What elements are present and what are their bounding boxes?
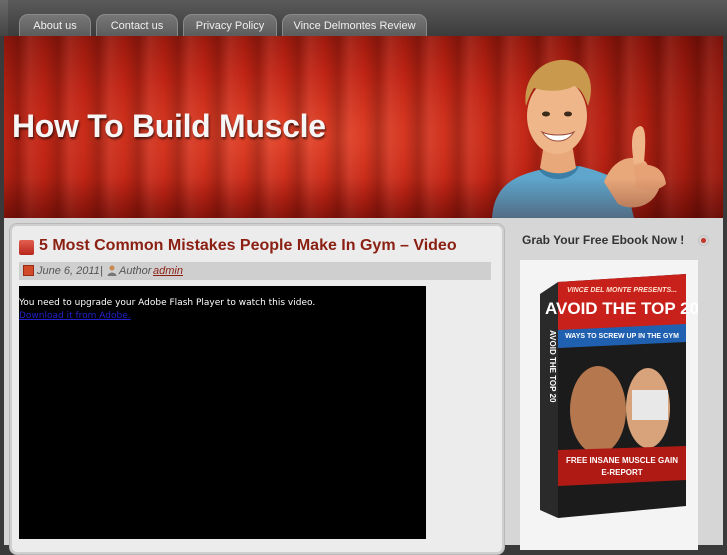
nav-tab-privacy-policy[interactable]: Privacy Policy [183,14,277,36]
flash-upgrade-message: You need to upgrade your Adobe Flash Pla… [19,298,316,308]
nav-tab-vince-delmontes-review[interactable]: Vince Delmontes Review [282,14,427,36]
bullet-icon [698,235,709,246]
ebook-title-line2: WAYS TO SCREW UP IN THE GYM [565,333,679,340]
sidebar-heading: Grab Your Free Ebook Now ! [522,233,685,247]
post-icon [19,240,34,255]
site-title[interactable]: How To Build Muscle [12,108,326,145]
post-meta: June 6, 2011 | Author admin [19,262,491,280]
ebook-title-line1: AVOID THE TOP 20 [545,299,698,318]
user-icon [107,265,117,276]
post-date: June 6, 2011 [37,265,100,277]
video-player[interactable] [19,286,426,539]
download-adobe-link[interactable]: Download it from Adobe. [19,311,131,321]
nav-tab-contact-us[interactable]: Contact us [96,14,178,36]
ebook-subtitle1: FREE INSANE MUSCLE GAIN [566,456,678,465]
site-header: How To Build Muscle [4,36,723,218]
smiling-man-thumbs-up-image [492,59,666,218]
ebook-cover-image[interactable]: VINCE DEL MONTE PRESENTS... AVOID THE TO… [528,270,698,530]
author-label: Author [119,265,152,277]
nav-tab-about-us[interactable]: About us [19,14,91,36]
post-title[interactable]: 5 Most Common Mistakes People Make In Gy… [39,237,457,255]
ebook-subtitle2: E-REPORT [601,468,642,477]
ebook-top-text: VINCE DEL MONTE PRESENTS... [567,287,677,294]
calendar-icon [23,265,34,276]
ebook-spine-text: AVOID THE TOP 20 [548,330,557,403]
author-link[interactable]: admin [153,262,183,280]
meta-separator: | [100,265,103,277]
